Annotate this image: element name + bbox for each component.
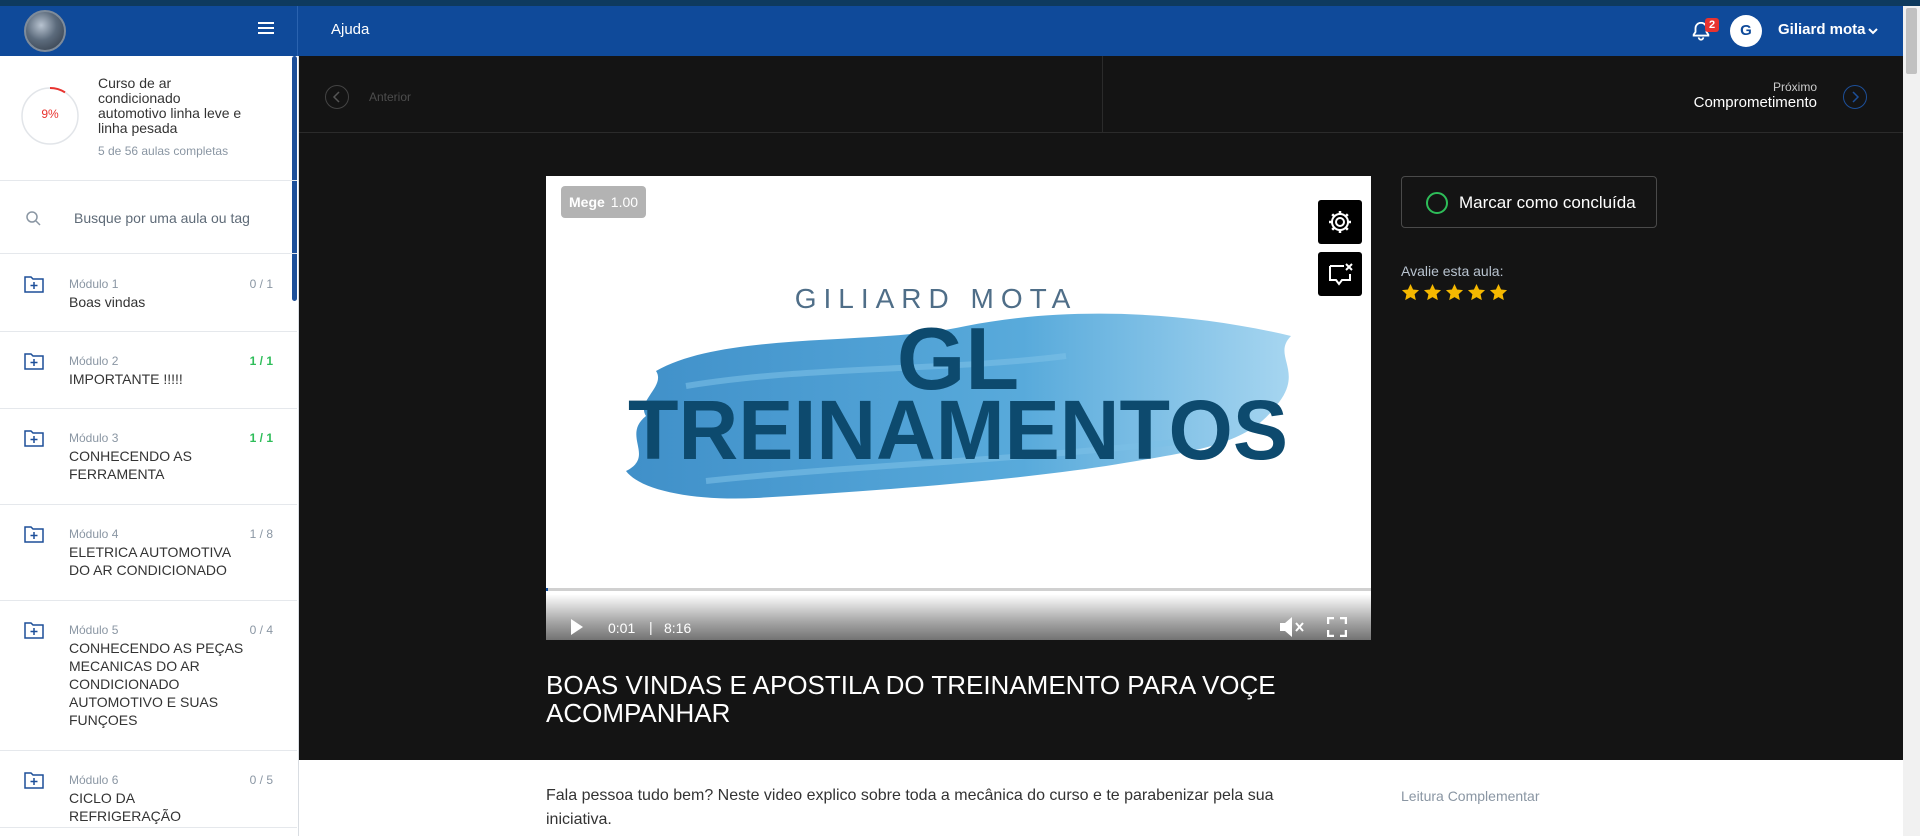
complete-circle-icon [1426,192,1448,214]
course-title: Curso de ar condicionado automotivo linh… [98,75,242,136]
video-seek-bar[interactable] [546,588,1371,591]
mute-icon[interactable] [1279,616,1305,638]
folder-add-icon [24,526,44,543]
module-item[interactable]: Módulo 1 0 / 1 Boas vindas [0,255,297,332]
module-item[interactable]: Módulo 4 1 / 8 ELETRICA AUTOMOTIVA DO AR C… [0,505,297,601]
nav-divider [1102,56,1103,133]
speed-label: Mege [569,194,605,210]
user-avatar[interactable]: G [1730,15,1762,47]
module-name: CONHECENDO AS PEÇAS MECANICAS DO AR COND… [69,640,244,728]
video-controls: 0:01 | 8:16 [546,594,1371,640]
module-number: Módulo 3 [69,431,119,445]
folder-add-icon [24,772,44,789]
module-progress: 1 / 8 [249,527,273,541]
brand-line-2: TREINAMENTOS [628,383,1288,477]
video-duration: 8:16 [664,620,692,636]
star-icon[interactable] [1423,283,1442,302]
module-item[interactable]: Módulo 3 1 / 1 CONHECENDO AS FERRAMENTA [0,409,297,505]
search-icon [26,211,41,226]
module-name: Boas vindas [69,294,146,310]
page-scrollbar-track[interactable] [1903,6,1920,836]
help-link[interactable]: Ajuda [331,21,369,38]
previous-lesson-label[interactable]: Anterior [369,90,411,104]
search-input[interactable] [74,206,274,230]
topbar-divider [297,6,298,56]
module-item[interactable]: Módulo 6 0 / 5 CICLO DA REFRIGERAÇÃO [0,751,297,828]
next-lesson-title[interactable]: Comprometimento [1694,94,1817,111]
star-icon[interactable] [1401,283,1420,302]
chevron-right-icon [1852,91,1860,103]
star-icon[interactable] [1445,283,1464,302]
module-number: Módulo 4 [69,527,119,541]
chevron-down-icon[interactable] [1866,24,1880,38]
module-progress: 1 / 1 [249,354,273,368]
site-logo[interactable] [24,10,66,52]
user-name[interactable]: Giliard mota [1778,21,1866,38]
module-name: CONHECENDO AS FERRAMENTA [69,448,192,482]
module-name: CICLO DA REFRIGERAÇÃO [69,790,182,824]
mark-complete-label: Marcar como concluída [1459,193,1636,212]
folder-add-icon [24,622,44,639]
lesson-content: Fala pessoa tudo bem? Neste video explic… [299,760,1903,836]
current-time: 0:01 [608,620,636,636]
course-sidebar: 9% Curso de ar condicionado automotivo l… [0,56,299,836]
time-separator: | [649,619,653,635]
folder-add-icon [24,430,44,447]
playback-speed-badge[interactable]: Mege 1.00 [561,186,647,218]
lesson-search [0,182,297,254]
gear-icon [1329,211,1351,233]
next-lesson-button[interactable] [1843,85,1867,109]
star-icon[interactable] [1489,283,1508,302]
folder-add-icon [24,353,44,370]
lesson-description: Fala pessoa tudo bem? Neste video explic… [546,787,1274,828]
menu-toggle-icon[interactable] [258,22,274,36]
fullscreen-icon[interactable] [1327,617,1347,637]
lessons-completed-count: 5 de 56 aulas completas [98,144,229,158]
lesson-main: Anterior Próximo Comprometimento Mege 1.0… [299,56,1903,836]
module-progress: 1 / 1 [249,431,273,445]
module-item[interactable]: Módulo 2 1 / 1 IMPORTANTE !!!!! [0,332,297,409]
module-progress: 0 / 5 [249,773,273,787]
video-poster-logo: GILIARD MOTA GL TREINAMENTOS [626,283,1291,499]
next-lesson-caption[interactable]: Próximo [1773,80,1817,94]
folder-add-icon [24,276,44,293]
speed-value: 1.00 [610,194,639,210]
module-progress: 0 / 1 [249,277,273,291]
page-scrollbar-thumb[interactable] [1906,8,1917,74]
notification-count-badge: 2 [1705,18,1719,32]
module-number: Módulo 6 [69,773,119,787]
lesson-stage: Mege 1.00 GILIARD MOTA GL TREINAMENTOS 0… [299,133,1903,760]
star-icon[interactable] [1467,283,1486,302]
supplementary-reading-heading: Leitura Complementar [1401,788,1540,804]
course-progress: 9% Curso de ar condicionado automotivo l… [0,56,297,181]
module-name: ELETRICA AUTOMOTIVA DO AR CONDICIONADO [69,544,231,578]
module-progress: 0 / 4 [249,623,273,637]
module-item[interactable]: Módulo 5 0 / 4 CONHECENDO AS PEÇAS MECANIC… [0,601,297,751]
rating-stars [1401,283,1508,302]
play-icon[interactable] [570,618,584,636]
seek-progress [546,588,548,591]
previous-lesson-button[interactable] [325,85,349,109]
video-settings-button[interactable] [1318,200,1362,244]
chevron-left-icon [332,91,340,103]
top-navbar: Ajuda 2 G Giliard mota [0,6,1920,56]
module-name: IMPORTANTE !!!!! [69,371,183,387]
lesson-navigation: Anterior Próximo Comprometimento [299,56,1903,133]
module-number: Módulo 1 [69,277,119,291]
video-player[interactable]: Mege 1.00 GILIARD MOTA GL TREINAMENTOS 0… [546,176,1371,640]
mark-complete-button[interactable]: Marcar como concluída [1401,176,1657,228]
rate-lesson-label: Avalie esta aula: [1401,263,1504,279]
lesson-title: BOAS VINDAS E APOSTILA DO TREINAMENTO PA… [546,670,1276,728]
progress-percent: 9% [41,107,59,121]
module-number: Módulo 5 [69,623,119,637]
module-number: Módulo 2 [69,354,119,368]
